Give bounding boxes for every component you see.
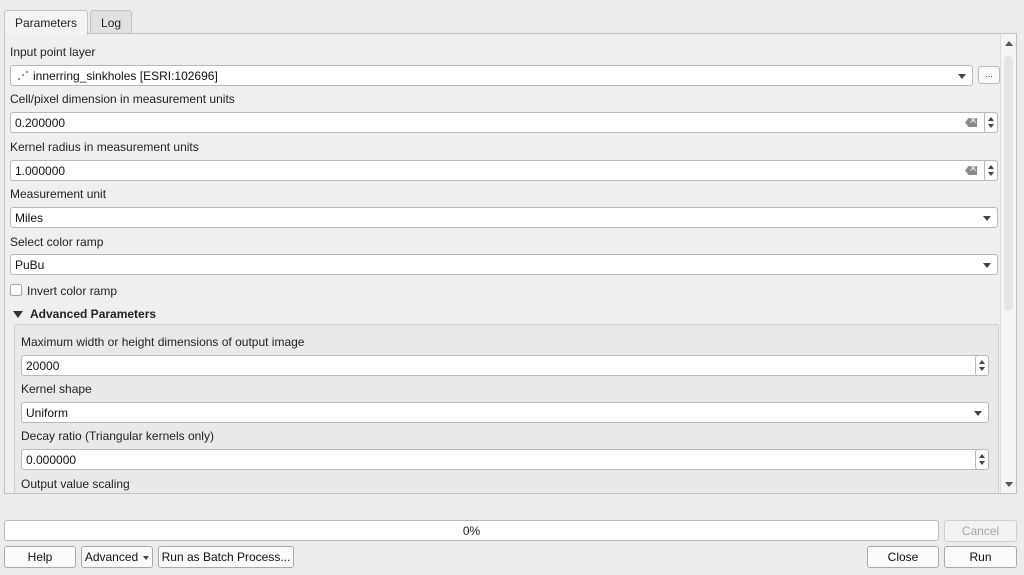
measurement-unit-label: Measurement unit xyxy=(10,187,107,201)
kernel-radius-stepper[interactable] xyxy=(984,160,998,181)
color-ramp-label: Select color ramp xyxy=(10,235,104,249)
decay-ratio-value: 0.000000 xyxy=(26,453,77,467)
kernel-radius-label: Kernel radius in measurement units xyxy=(10,140,199,154)
advanced-menu-button[interactable]: Advanced xyxy=(81,546,153,568)
color-ramp-select[interactable]: PuBu xyxy=(10,254,998,275)
kernel-shape-label: Kernel shape xyxy=(21,382,92,396)
collapse-arrow-icon[interactable] xyxy=(13,311,23,318)
chevron-down-icon xyxy=(143,555,150,560)
scroll-down-icon[interactable] xyxy=(1005,482,1013,487)
advanced-parameters-group: Maximum width or height dimensions of ou… xyxy=(14,324,999,493)
tab-log[interactable]: Log xyxy=(90,10,133,34)
parameters-content: Input point layer innerring_sinkholes [E… xyxy=(5,34,1000,493)
kernel-shape-select[interactable]: Uniform xyxy=(21,402,989,423)
scrollbar-thumb[interactable] xyxy=(1004,56,1013,311)
chevron-down-icon xyxy=(983,216,991,221)
scroll-up-icon[interactable] xyxy=(1005,41,1013,46)
kernel-shape-value: Uniform xyxy=(26,406,69,420)
tab-bar: Parameters Log xyxy=(4,10,134,35)
measurement-unit-value: Miles xyxy=(15,211,44,225)
chevron-down-icon xyxy=(958,74,966,79)
output-scaling-label: Output value scaling xyxy=(21,477,130,491)
vertical-scrollbar[interactable] xyxy=(1000,34,1016,493)
kernel-radius-value: 1.000000 xyxy=(15,164,66,178)
help-button[interactable]: Help xyxy=(4,546,76,568)
point-layer-icon xyxy=(17,70,29,82)
max-dim-label: Maximum width or height dimensions of ou… xyxy=(21,335,305,349)
input-layer-combo[interactable]: innerring_sinkholes [ESRI:102696] xyxy=(10,65,973,86)
max-dim-value: 20000 xyxy=(26,359,60,373)
parameters-panel: Input point layer innerring_sinkholes [E… xyxy=(4,33,1017,494)
input-layer-label: Input point layer xyxy=(10,45,96,59)
max-dim-spinbox[interactable]: 20000 xyxy=(21,355,989,376)
cancel-button[interactable]: Cancel xyxy=(944,520,1017,542)
tab-parameters[interactable]: Parameters xyxy=(4,10,89,35)
color-ramp-value: PuBu xyxy=(15,258,45,272)
run-as-batch-button[interactable]: Run as Batch Process... xyxy=(158,546,294,568)
decay-ratio-stepper[interactable] xyxy=(975,449,989,470)
advanced-parameters-header[interactable]: Advanced Parameters xyxy=(30,307,156,321)
run-button[interactable]: Run xyxy=(944,546,1017,568)
clear-icon[interactable] xyxy=(965,118,977,127)
kernel-radius-spinbox[interactable]: 1.000000 xyxy=(10,160,998,181)
progress-text: 0% xyxy=(462,524,481,538)
advanced-button-label: Advanced xyxy=(84,550,139,564)
decay-ratio-label: Decay ratio (Triangular kernels only) xyxy=(21,429,214,443)
input-layer-value: innerring_sinkholes [ESRI:102696] xyxy=(33,69,218,83)
chevron-down-icon xyxy=(974,411,982,416)
max-dim-stepper[interactable] xyxy=(975,355,989,376)
cell-size-value: 0.200000 xyxy=(15,116,66,130)
cell-size-spinbox[interactable]: 0.200000 xyxy=(10,112,998,133)
browse-layer-button[interactable]: ... xyxy=(978,66,1000,84)
chevron-down-icon xyxy=(983,263,991,268)
progress-bar: 0% xyxy=(4,520,939,541)
invert-color-ramp-checkbox[interactable] xyxy=(10,284,22,296)
measurement-unit-select[interactable]: Miles xyxy=(10,207,998,228)
cell-size-label: Cell/pixel dimension in measurement unit… xyxy=(10,92,235,106)
invert-color-ramp-label: Invert color ramp xyxy=(27,284,118,298)
close-button[interactable]: Close xyxy=(867,546,939,568)
decay-ratio-spinbox[interactable]: 0.000000 xyxy=(21,449,989,470)
clear-icon[interactable] xyxy=(965,166,977,175)
cell-size-stepper[interactable] xyxy=(984,112,998,133)
